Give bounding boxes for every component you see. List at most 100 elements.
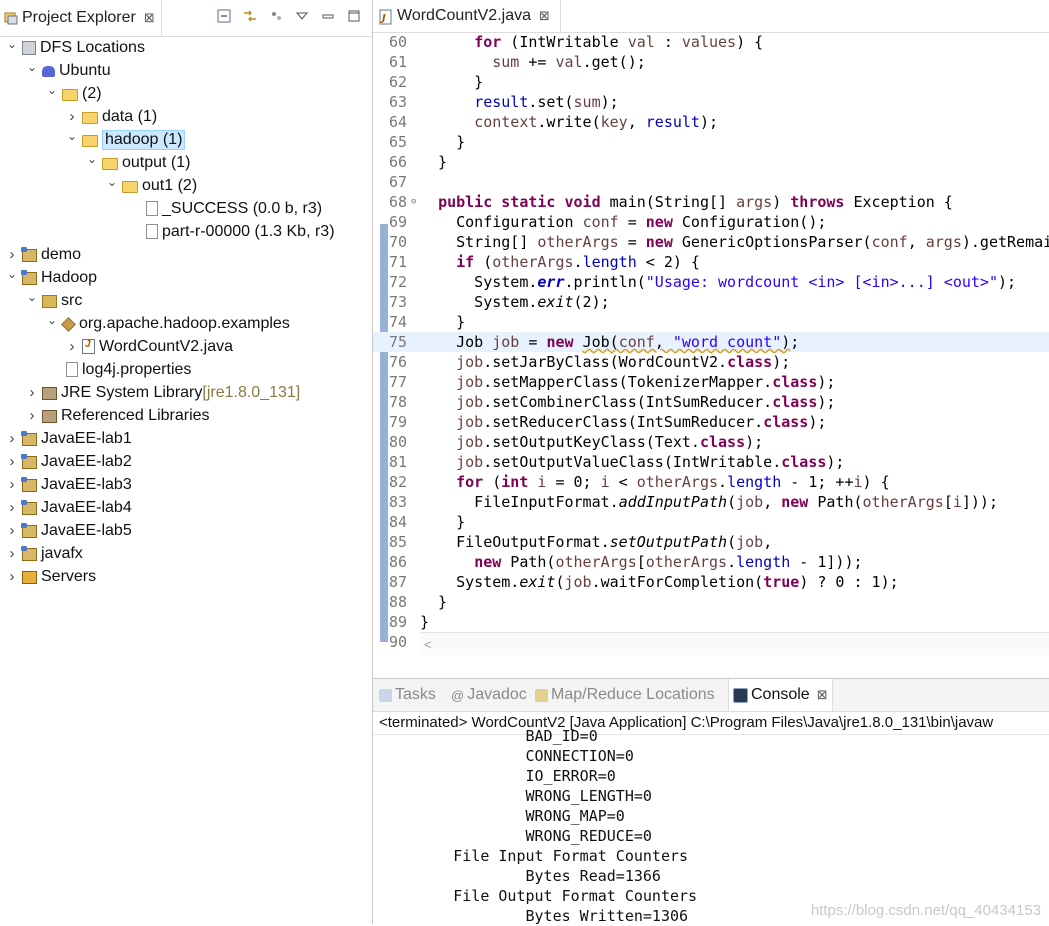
tree-item[interactable]: ⌄ Ubuntu (24, 59, 111, 82)
tab-tasks[interactable]: Tasks (379, 679, 436, 711)
tree-item[interactable]: ⌄ Hadoop (4, 266, 97, 289)
tree-item[interactable]: ⌄ org.apache.hadoop.examples (44, 312, 290, 335)
link-with-editor-icon[interactable] (242, 8, 258, 24)
collapse-all-icon[interactable] (216, 8, 232, 24)
code-line[interactable]: 88 } (373, 592, 1049, 612)
tree-item[interactable]: › JavaEE-lab4 (4, 496, 132, 519)
tree-item[interactable]: › JavaEE-lab5 (4, 519, 132, 542)
chevron-right-icon[interactable]: › (24, 384, 40, 401)
chevron-down-icon[interactable]: ⌄ (44, 313, 60, 327)
chevron-right-icon[interactable]: › (24, 407, 40, 424)
chevron-down-icon[interactable]: ⌄ (44, 83, 60, 97)
tree-item[interactable]: › Referenced Libraries (24, 404, 210, 427)
code-line[interactable]: 76 job.setJarByClass(WordCountV2.class); (373, 352, 1049, 372)
chevron-right-icon[interactable]: › (4, 246, 20, 263)
project-explorer-tab[interactable]: Project Explorer ⊠ (0, 0, 162, 36)
tree-item[interactable]: › JRE System Library [jre1.8.0_131] (24, 381, 301, 404)
code-line[interactable]: 70 String[] otherArgs = new GenericOptio… (373, 232, 1049, 252)
chevron-right-icon[interactable]: › (4, 545, 20, 562)
code-line[interactable]: 60 for (IntWritable val : values) { (373, 32, 1049, 52)
tree-item[interactable]: › demo (4, 243, 82, 266)
tree-item[interactable]: ⌄ hadoop (1) (64, 128, 186, 151)
chevron-down-icon[interactable]: ⌄ (64, 129, 80, 143)
code-line[interactable]: 68 ⊖ public static void main(String[] arg… (373, 192, 1049, 212)
code-line[interactable]: 75 Job job = new Job(conf, "word count")… (373, 332, 1049, 352)
code-line[interactable]: 72 System.err.println("Usage: wordcount … (373, 272, 1049, 292)
code-line[interactable]: 62 } (373, 72, 1049, 92)
folder-icon (122, 181, 138, 193)
code-line[interactable]: 64 context.write(key, result); (373, 112, 1049, 132)
code-line[interactable]: 74 } (373, 312, 1049, 332)
tab-map-reduce-locations[interactable]: Map/Reduce Locations (535, 679, 715, 711)
tree-item[interactable]: › WordCountV2.java (64, 335, 234, 358)
tree-item[interactable]: › JavaEE-lab1 (4, 427, 132, 450)
chevron-right-icon[interactable]: › (4, 568, 20, 585)
code-line[interactable]: 81 job.setOutputValueClass(IntWritable.c… (373, 452, 1049, 472)
tree-item[interactable]: › JavaEE-lab3 (4, 473, 132, 496)
chevron-down-icon[interactable]: ⌄ (4, 267, 20, 281)
chevron-down-icon[interactable]: ⌄ (4, 37, 20, 51)
tree-item[interactable]: ⌄ out1 (2) (104, 174, 197, 197)
code-area[interactable]: 60 for (IntWritable val : values) {61 su… (373, 32, 1049, 655)
chevron-down-icon[interactable]: ⌄ (24, 60, 40, 74)
code-line[interactable]: 86 new Path(otherArgs[otherArgs.length -… (373, 552, 1049, 572)
view-menu-icon[interactable] (294, 8, 310, 24)
tree-item[interactable]: › javafx (4, 542, 83, 565)
tree-item[interactable]: log4j.properties (44, 358, 191, 381)
code-line[interactable]: 77 job.setMapperClass(TokenizerMapper.cl… (373, 372, 1049, 392)
tab-console-label: Console (751, 686, 810, 703)
maximize-icon[interactable] (346, 8, 362, 24)
focus-icon[interactable] (268, 8, 284, 24)
code-line[interactable]: 66 } (373, 152, 1049, 172)
code-line[interactable]: 82 for (int i = 0; i < otherArgs.length … (373, 472, 1049, 492)
tree-item-label: org.apache.hadoop.examples (79, 314, 290, 332)
tab-javadoc[interactable]: @ Javadoc (451, 679, 527, 711)
code-line[interactable]: 85 FileOutputFormat.setOutputPath(job, (373, 532, 1049, 552)
chevron-down-icon[interactable]: ⌄ (84, 152, 100, 166)
close-icon[interactable]: ⊠ (539, 8, 550, 24)
code-line[interactable]: 83 FileInputFormat.addInputPath(job, new… (373, 492, 1049, 512)
code-line[interactable]: 79 job.setReducerClass(IntSumReducer.cla… (373, 412, 1049, 432)
tree-item[interactable]: part-r-00000 (1.3 Kb, r3) (124, 220, 335, 243)
chevron-right-icon[interactable]: › (4, 476, 20, 493)
code-text: } (420, 313, 466, 331)
code-line[interactable]: 80 job.setOutputKeyClass(Text.class); (373, 432, 1049, 452)
tree-item[interactable]: ⌄ DFS Locations (4, 36, 145, 59)
tree-item[interactable]: ⌄ src (24, 289, 82, 312)
scroll-left-icon[interactable]: < (424, 637, 432, 652)
tab-console[interactable]: Console ⊠ (728, 679, 833, 711)
chevron-right-icon[interactable]: › (4, 522, 20, 539)
tree-item[interactable]: ⌄ output (1) (84, 151, 191, 174)
code-line[interactable]: 71 if (otherArgs.length < 2) { (373, 252, 1049, 272)
tree-item[interactable]: ⌄ (2) (44, 82, 102, 105)
code-line[interactable]: 67 (373, 172, 1049, 192)
tree-item[interactable]: _SUCCESS (0.0 b, r3) (124, 197, 322, 220)
code-line[interactable]: 87 System.exit(job.waitForCompletion(tru… (373, 572, 1049, 592)
chevron-right-icon[interactable]: › (64, 338, 80, 355)
code-line[interactable]: 78 job.setCombinerClass(IntSumReducer.cl… (373, 392, 1049, 412)
code-line[interactable]: 61 sum += val.get(); (373, 52, 1049, 72)
chevron-right-icon[interactable]: › (4, 453, 20, 470)
chevron-right-icon[interactable]: › (4, 499, 20, 516)
close-icon[interactable]: ⊠ (144, 10, 155, 26)
horizontal-scrollbar[interactable]: < (420, 632, 1049, 655)
chevron-right-icon[interactable]: › (64, 108, 80, 125)
tree-item[interactable]: › data (1) (64, 105, 158, 128)
fold-toggle-icon[interactable]: ⊖ (411, 192, 419, 212)
chevron-down-icon[interactable]: ⌄ (104, 175, 120, 189)
editor-tabbar: J WordCountV2.java ⊠ (373, 0, 1049, 33)
chevron-down-icon[interactable]: ⌄ (24, 290, 40, 304)
tree-item[interactable]: › JavaEE-lab2 (4, 450, 132, 473)
tree-item[interactable]: › Servers (4, 565, 97, 588)
editor-tab-wordcountv2[interactable]: J WordCountV2.java ⊠ (377, 0, 561, 32)
code-line[interactable]: 84 } (373, 512, 1049, 532)
chevron-right-icon[interactable]: › (4, 430, 20, 447)
code-line[interactable]: 89} (373, 612, 1049, 632)
code-line[interactable]: 69 Configuration conf = new Configuratio… (373, 212, 1049, 232)
code-line[interactable]: 65 } (373, 132, 1049, 152)
code-line[interactable]: 73 System.exit(2); (373, 292, 1049, 312)
tree-item-label: _SUCCESS (0.0 b, r3) (162, 199, 323, 217)
close-icon[interactable]: ⊠ (817, 687, 828, 703)
minimize-icon[interactable] (320, 8, 336, 24)
code-line[interactable]: 63 result.set(sum); (373, 92, 1049, 112)
